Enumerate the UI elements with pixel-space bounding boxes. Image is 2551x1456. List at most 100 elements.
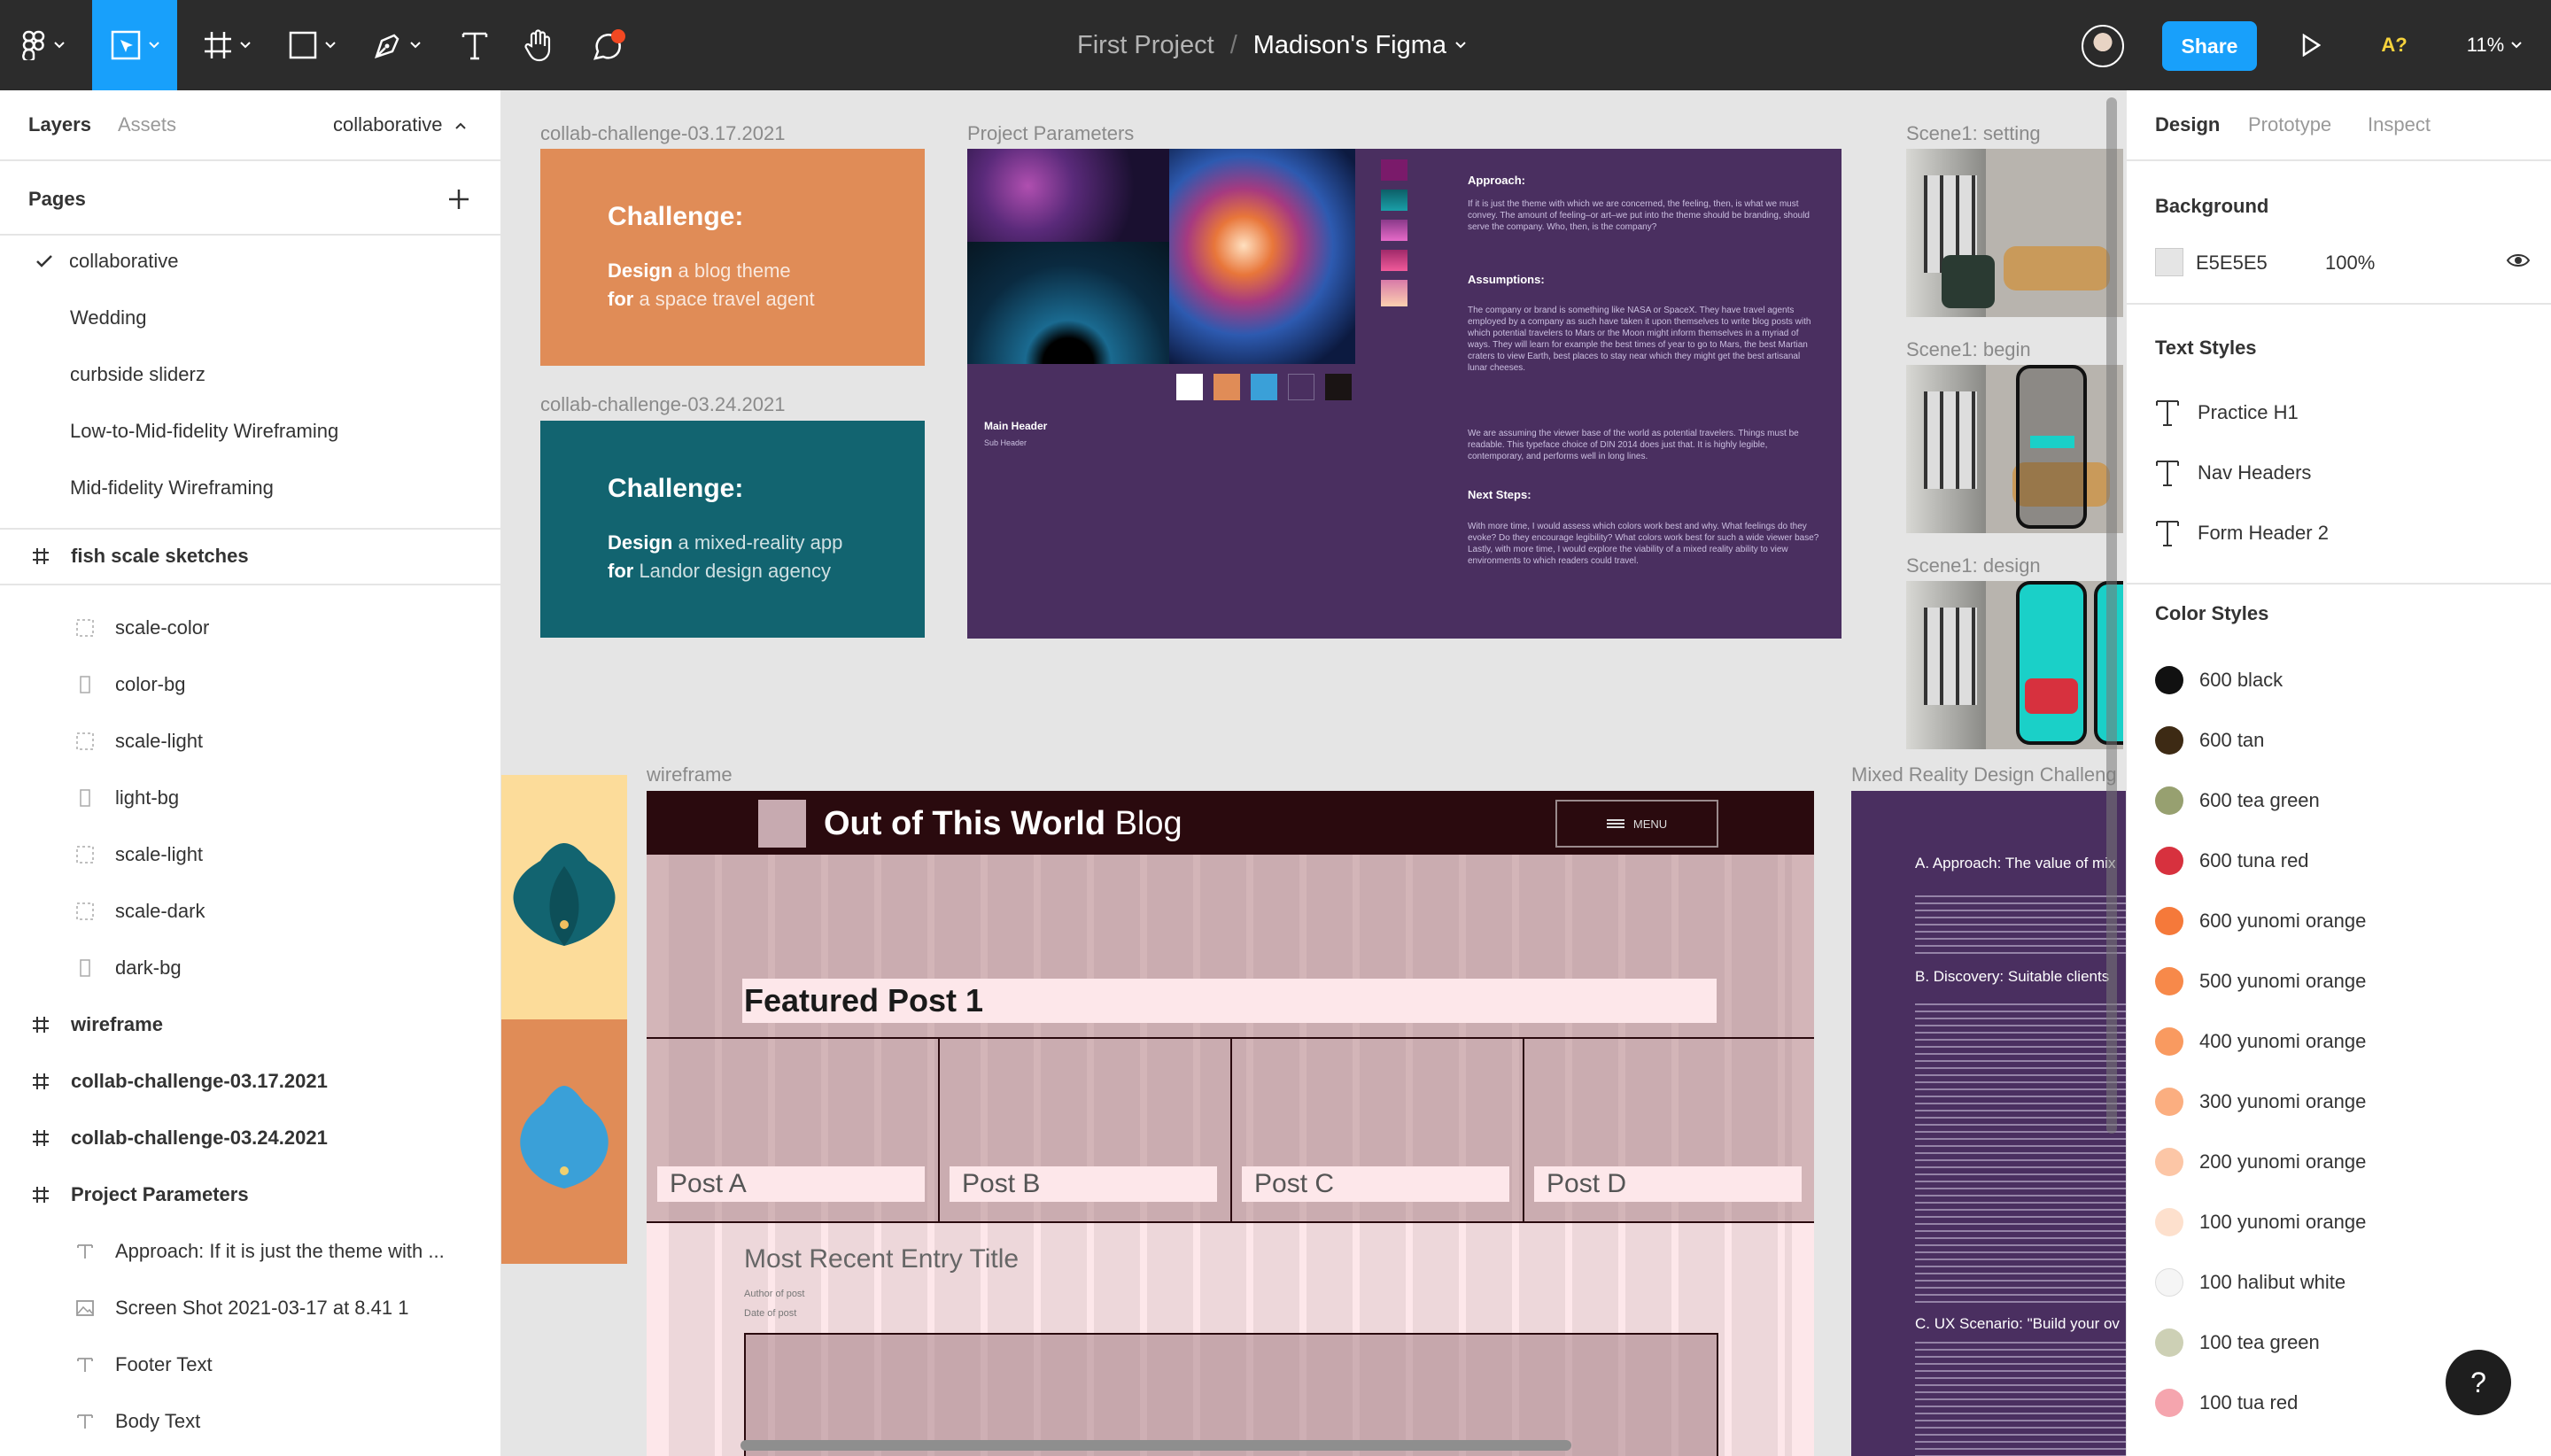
text-style-nav-headers[interactable]: Nav Headers	[2155, 443, 2311, 503]
page-item-collaborative[interactable]: collaborative	[0, 233, 500, 290]
chevron-down-icon[interactable]	[1455, 42, 1466, 49]
font-check-button[interactable]: A?	[2374, 0, 2415, 90]
project-name[interactable]: First Project	[1077, 31, 1214, 60]
color-style-item[interactable]: 600 black	[2155, 650, 2283, 710]
add-page-icon[interactable]	[447, 188, 470, 211]
tab-design[interactable]: Design	[2155, 113, 2220, 136]
layer-scale-color[interactable]: scale-color	[0, 600, 500, 656]
layer-collab-challenge-2[interactable]: collab-challenge-03.24.2021	[0, 1110, 500, 1166]
file-title[interactable]: First Project / Madison's Figma	[1077, 0, 1466, 90]
assumptions-text: The company or brand is something like N…	[1468, 306, 1811, 373]
frame-label-scene-design[interactable]: Scene1: design	[1906, 554, 2041, 577]
layer-light-bg[interactable]: light-bg	[0, 770, 500, 826]
eye-icon[interactable]	[2506, 252, 2531, 269]
layer-screen-shot[interactable]: Screen Shot 2021-03-17 at 8.41 1	[0, 1280, 500, 1336]
post-card-c[interactable]: Post C	[1242, 1166, 1509, 1202]
project-parameters-frame[interactable]: Main Header Sub Header Approach: If it i…	[967, 149, 1842, 639]
main-menu-button[interactable]	[12, 0, 74, 90]
text-style-practice-h1[interactable]: Practice H1	[2155, 383, 2299, 443]
text-tool[interactable]	[446, 0, 503, 90]
canvas-horizontal-scrollbar[interactable]	[740, 1440, 1571, 1451]
page-item-mid-fidelity-wireframing[interactable]: Mid-fidelity Wireframing	[0, 460, 500, 516]
menu-button[interactable]: MENU	[1555, 800, 1718, 848]
post-card-d[interactable]: Post D	[1534, 1166, 1802, 1202]
scene-design-frame[interactable]	[1906, 581, 2123, 749]
color-style-item[interactable]: 400 yunomi orange	[2155, 1011, 2366, 1072]
layer-collab-challenge-1[interactable]: collab-challenge-03.17.2021	[0, 1053, 500, 1110]
help-button[interactable]: ?	[2446, 1350, 2511, 1415]
color-style-label: 100 halibut white	[2199, 1271, 2346, 1293]
challenge-card-1[interactable]: Challenge: Design a blog theme for a spa…	[540, 149, 925, 366]
color-style-item[interactable]: 600 tea green	[2155, 771, 2320, 831]
zoom-menu[interactable]: 11%	[2459, 0, 2530, 90]
page-item-curbside-sliderz[interactable]: curbside sliderz	[0, 346, 500, 403]
wireframe-frame[interactable]: Out of This World Blog MENU Featured Pos…	[647, 791, 1814, 1456]
color-style-item[interactable]: 300 yunomi orange	[2155, 1072, 2366, 1132]
scene-begin-frame[interactable]	[1906, 365, 2123, 533]
frame-hash-icon	[33, 1073, 49, 1089]
text-styles-title: Text Styles	[2155, 337, 2257, 359]
move-tool[interactable]	[92, 0, 177, 90]
color-style-item[interactable]: 100 tea green	[2155, 1313, 2320, 1373]
color-style-item[interactable]: 100 halibut white	[2155, 1252, 2346, 1313]
text-style-form-header-2[interactable]: Form Header 2	[2155, 503, 2329, 563]
comment-tool[interactable]	[581, 0, 638, 90]
avatar[interactable]	[2082, 25, 2124, 67]
post-card-a[interactable]: Post A	[657, 1166, 925, 1202]
mr-heading-b: B. Discovery: Suitable clients	[1915, 968, 2110, 985]
color-style-item[interactable]: 100 yunomi orange	[2155, 1192, 2366, 1252]
frame-label-mixed-reality[interactable]: Mixed Reality Design Challeng	[1851, 763, 2117, 786]
scale-color[interactable]	[501, 840, 627, 955]
color-style-item[interactable]: 500 yunomi orange	[2155, 951, 2366, 1011]
canvas-vertical-scrollbar[interactable]	[2106, 97, 2117, 1134]
hand-tool[interactable]	[510, 0, 567, 90]
mixed-reality-frame[interactable]: A. Approach: The value of mix B. Discove…	[1851, 791, 2126, 1456]
scale-light[interactable]	[501, 1082, 627, 1197]
frame-label-challenge-1[interactable]: collab-challenge-03.17.2021	[540, 122, 785, 145]
layer-dark-bg[interactable]: dark-bg	[0, 940, 500, 996]
layer-body-text[interactable]: Body Text	[0, 1393, 500, 1450]
present-button[interactable]	[2291, 0, 2331, 90]
share-button[interactable]: Share	[2162, 21, 2257, 71]
layer-fish-scale-sketches[interactable]: fish scale sketches	[0, 529, 500, 585]
challenge-card-2[interactable]: Challenge: Design a mixed-reality app fo…	[540, 421, 925, 638]
shape-tool[interactable]	[276, 0, 347, 90]
frame-label-scene-setting[interactable]: Scene1: setting	[1906, 122, 2041, 145]
pen-tool[interactable]	[361, 0, 432, 90]
mr-body-text	[1915, 1342, 2126, 1456]
color-style-item[interactable]: 100 tua red	[2155, 1373, 2298, 1433]
layer-wireframe[interactable]: wireframe	[0, 996, 500, 1053]
background-opacity-input[interactable]: 100%	[2325, 252, 2375, 275]
background-color-swatch[interactable]	[2155, 248, 2183, 276]
color-style-item[interactable]: 600 tan	[2155, 710, 2264, 771]
layer-scale-light[interactable]: scale-light	[0, 713, 500, 770]
tab-prototype[interactable]: Prototype	[2248, 113, 2331, 136]
current-page-selector[interactable]: collaborative	[333, 113, 466, 136]
layer-scale-light[interactable]: scale-light	[0, 826, 500, 883]
chevron-down-icon	[240, 42, 251, 49]
tab-inspect[interactable]: Inspect	[2368, 113, 2431, 136]
tab-layers[interactable]: Layers	[28, 113, 91, 136]
color-style-item[interactable]: 600 tuna red	[2155, 831, 2309, 891]
color-style-label: 300 yunomi orange	[2199, 1090, 2367, 1112]
frame-label-wireframe[interactable]: wireframe	[647, 763, 733, 786]
page-item-wedding[interactable]: Wedding	[0, 290, 500, 346]
color-style-item[interactable]: 600 yunomi orange	[2155, 891, 2366, 951]
hand-icon	[524, 29, 551, 62]
post-card-b[interactable]: Post B	[950, 1166, 1217, 1202]
layer-color-bg[interactable]: color-bg	[0, 656, 500, 713]
color-style-item[interactable]: 200 yunomi orange	[2155, 1132, 2366, 1192]
page-item-low-to-mid-wireframing[interactable]: Low-to-Mid-fidelity Wireframing	[0, 403, 500, 460]
frame-label-project-parameters[interactable]: Project Parameters	[967, 122, 1134, 145]
file-name[interactable]: Madison's Figma	[1253, 31, 1446, 60]
scene-setting-frame[interactable]	[1906, 149, 2123, 317]
layer-project-parameters[interactable]: Project Parameters	[0, 1166, 500, 1223]
frame-tool[interactable]	[191, 0, 262, 90]
frame-label-challenge-2[interactable]: collab-challenge-03.24.2021	[540, 393, 785, 416]
tab-assets[interactable]: Assets	[118, 113, 176, 136]
frame-label-scene-begin[interactable]: Scene1: begin	[1906, 338, 2031, 361]
layer-scale-dark[interactable]: scale-dark	[0, 883, 500, 940]
background-hex-input[interactable]: E5E5E5	[2196, 252, 2268, 275]
layer-approach-text[interactable]: Approach: If it is just the theme with .…	[0, 1223, 500, 1280]
layer-footer-text[interactable]: Footer Text	[0, 1336, 500, 1393]
